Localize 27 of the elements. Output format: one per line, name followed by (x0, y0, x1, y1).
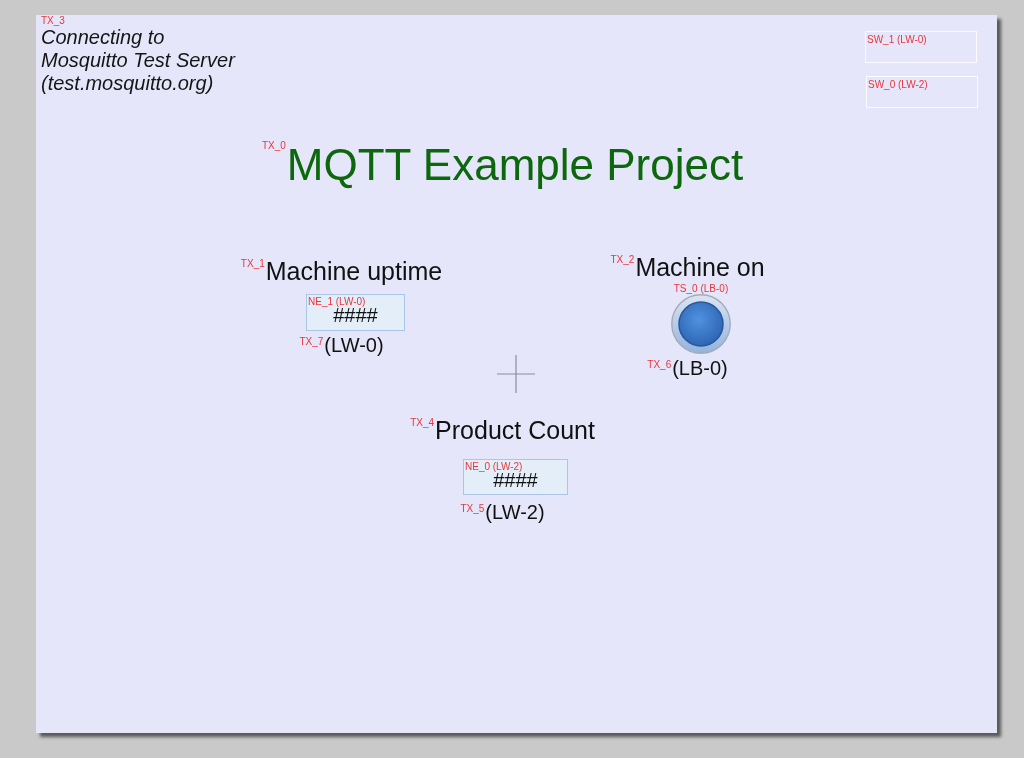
round-lamp-icon[interactable] (671, 294, 731, 354)
object-tag: TX_7 (299, 336, 324, 347)
object-tag: SW_1 (LW-0) (867, 34, 975, 45)
object-tag: TS_0 (LB-0) (673, 283, 729, 294)
address-label: (LW-0) (324, 334, 384, 356)
widget-label: Machine uptime (265, 256, 443, 286)
address-label: (LB-0) (672, 357, 728, 379)
widget-label: Machine on (635, 252, 765, 282)
address-label: (LW-2) (485, 501, 545, 523)
object-tag: NE_1 (LW-0) (308, 296, 403, 307)
numeric-field[interactable]: NE_0 (LW-2) #### (463, 459, 568, 495)
object-tag: TX_3 (41, 15, 65, 26)
field-value: #### (492, 471, 539, 489)
connection-note: Connecting to Mosquitto Test Server (test.mosquitto.org) (41, 26, 235, 95)
object-tag: TX_1 (240, 258, 265, 269)
field-value: #### (333, 306, 379, 324)
object-tag: TX_5 (460, 503, 485, 514)
object-tag: TX_6 (647, 359, 672, 370)
object-tag: TX_4 (410, 417, 435, 428)
object-tag: TX_2 (610, 254, 635, 265)
widget-label: Product Count (435, 415, 595, 445)
numeric-field[interactable]: NE_1 (LW-0) #### (306, 294, 405, 331)
object-tag: SW_0 (LW-2) (868, 79, 976, 90)
crosshair-icon (497, 355, 535, 393)
object-tag: NE_0 (LW-2) (465, 461, 566, 472)
project-title: MQTT Example Project (286, 139, 744, 191)
object-tag: TX_0 (261, 140, 286, 151)
